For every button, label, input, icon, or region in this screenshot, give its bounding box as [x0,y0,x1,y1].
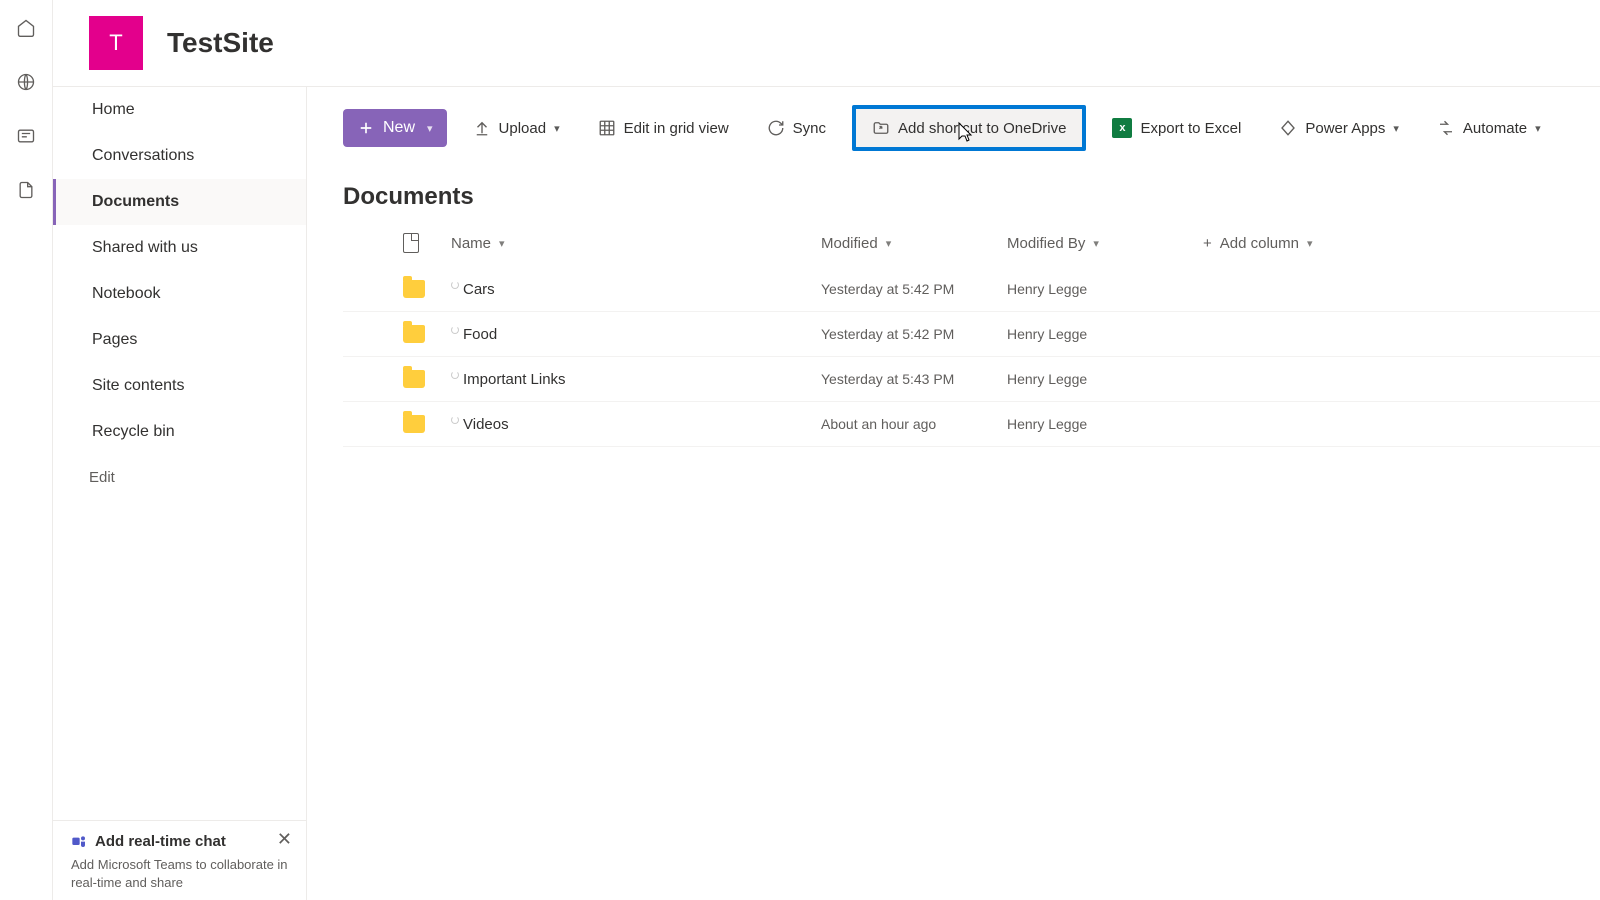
document-grid: Name▾ Modified▾ Modified By▾ +Add column… [343,219,1600,447]
plus-icon [357,119,375,137]
nav-documents[interactable]: Documents [53,179,306,225]
app-rail [0,0,53,900]
edit-grid-button[interactable]: Edit in grid view [586,111,741,145]
site-badge[interactable]: T [89,16,143,70]
loading-spinner-icon [451,416,459,424]
sync-button[interactable]: Sync [755,111,838,145]
chevron-down-icon: ▾ [499,237,505,250]
home-icon[interactable] [16,18,36,38]
powerapps-icon [1279,119,1297,137]
nav-recyclebin[interactable]: Recycle bin [53,409,306,455]
sync-icon [767,119,785,137]
nav-sitecontents[interactable]: Site contents [53,363,306,409]
column-modifiedby[interactable]: Modified By▾ [1007,235,1193,252]
loading-spinner-icon [451,371,459,379]
column-modified[interactable]: Modified▾ [821,235,1007,252]
shortcut-folder-icon [872,119,890,137]
library-title: Documents [343,183,1600,211]
new-button[interactable]: New ▾ [343,109,447,147]
close-icon[interactable]: ✕ [277,829,292,850]
grid-icon [598,119,616,137]
add-shortcut-button[interactable]: Add shortcut to OneDrive [852,105,1086,151]
folder-icon [403,370,425,388]
command-bar: New ▾ Upload ▾ Edit in grid view Sy [343,87,1600,165]
chevron-down-icon: ▾ [1093,237,1099,250]
site-title: TestSite [167,27,274,59]
callout-title-text: Add real-time chat [95,833,226,850]
teams-callout: ✕ Add real-time chat Add Microsoft Teams… [53,820,306,900]
folder-icon [403,325,425,343]
nav-shared[interactable]: Shared with us [53,225,306,271]
folder-icon [403,280,425,298]
chevron-down-icon: ▾ [427,122,433,135]
callout-body-text: Add Microsoft Teams to collaborate in re… [71,856,288,892]
globe-icon[interactable] [16,72,36,92]
automate-button[interactable]: Automate ▾ [1425,111,1553,145]
upload-icon [473,119,491,137]
site-header: T TestSite [53,0,1600,86]
file-type-icon [403,233,419,253]
nav-conversations[interactable]: Conversations [53,133,306,179]
nav-edit-link[interactable]: Edit [53,455,306,500]
document-icon[interactable] [16,180,36,200]
table-row[interactable]: Important Links Yesterday at 5:43 PM Hen… [343,357,1600,402]
chevron-down-icon: ▾ [886,237,892,250]
chevron-down-icon: ▾ [1307,237,1313,250]
chevron-down-icon: ▾ [554,122,560,135]
teams-icon [71,833,87,849]
upload-button[interactable]: Upload ▾ [461,111,572,145]
excel-icon: x [1112,118,1132,138]
power-apps-button[interactable]: Power Apps ▾ [1267,111,1411,145]
sidebar: Home Conversations Documents Shared with… [53,87,307,900]
loading-spinner-icon [451,326,459,334]
export-excel-button[interactable]: x Export to Excel [1100,110,1253,146]
table-row[interactable]: Cars Yesterday at 5:42 PM Henry Legge [343,267,1600,312]
folder-icon [403,415,425,433]
chevron-down-icon: ▾ [1535,122,1541,135]
nav-notebook[interactable]: Notebook [53,271,306,317]
table-row[interactable]: Food Yesterday at 5:42 PM Henry Legge [343,312,1600,357]
column-name[interactable]: Name▾ [451,235,821,252]
nav-pages[interactable]: Pages [53,317,306,363]
news-icon[interactable] [16,126,36,146]
loading-spinner-icon [451,281,459,289]
plus-icon: + [1203,235,1212,252]
nav-home[interactable]: Home [53,87,306,133]
add-column-button[interactable]: +Add column▾ [1193,235,1313,252]
table-row[interactable]: Videos About an hour ago Henry Legge [343,402,1600,447]
chevron-down-icon: ▾ [1393,122,1399,135]
automate-icon [1437,119,1455,137]
